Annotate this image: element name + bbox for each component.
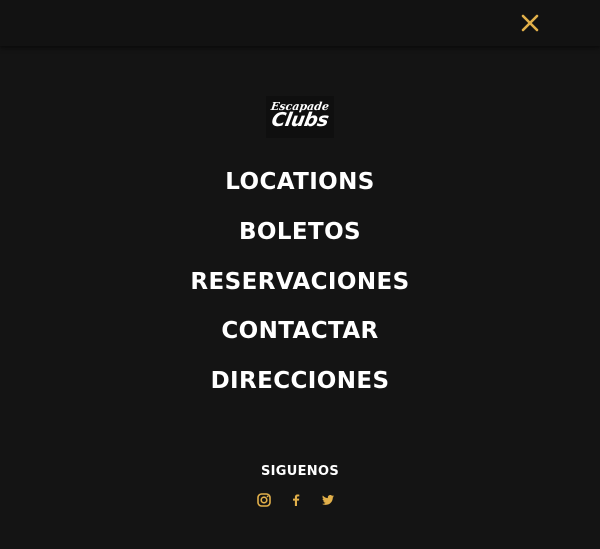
follow-us-heading: SIGUENOS	[260, 464, 339, 479]
instagram-icon	[257, 493, 271, 507]
menu-item-locations: LOCATIONS	[0, 166, 600, 216]
close-menu-button[interactable]	[516, 9, 544, 37]
facebook-link[interactable]	[286, 490, 306, 510]
menu-item-reservaciones: RESERVACIONES	[0, 266, 600, 316]
menu-link-direcciones[interactable]: DIRECCIONES	[211, 365, 390, 397]
instagram-link[interactable]	[254, 490, 274, 510]
main-menu: LOCATIONS BOLETOS RESERVACIONES CONTACTA…	[0, 166, 600, 415]
facebook-icon	[293, 494, 300, 506]
social-links	[254, 490, 346, 510]
top-bar	[0, 0, 600, 46]
close-icon	[521, 14, 539, 32]
menu-link-locations[interactable]: LOCATIONS	[225, 166, 375, 198]
menu-item-contactar: CONTACTAR	[0, 315, 600, 365]
escapade-clubs-logo[interactable]: Escapade Clubs	[266, 96, 334, 138]
menu-item-boletos: BOLETOS	[0, 216, 600, 266]
menu-item-direcciones: DIRECCIONES	[0, 365, 600, 415]
menu-link-contactar[interactable]: CONTACTAR	[221, 315, 378, 347]
menu-link-reservaciones[interactable]: RESERVACIONES	[190, 266, 409, 298]
twitter-icon	[321, 495, 334, 505]
twitter-link[interactable]	[318, 490, 338, 510]
menu-link-boletos[interactable]: BOLETOS	[239, 216, 361, 248]
logo-brand-text: Clubs	[269, 109, 331, 131]
